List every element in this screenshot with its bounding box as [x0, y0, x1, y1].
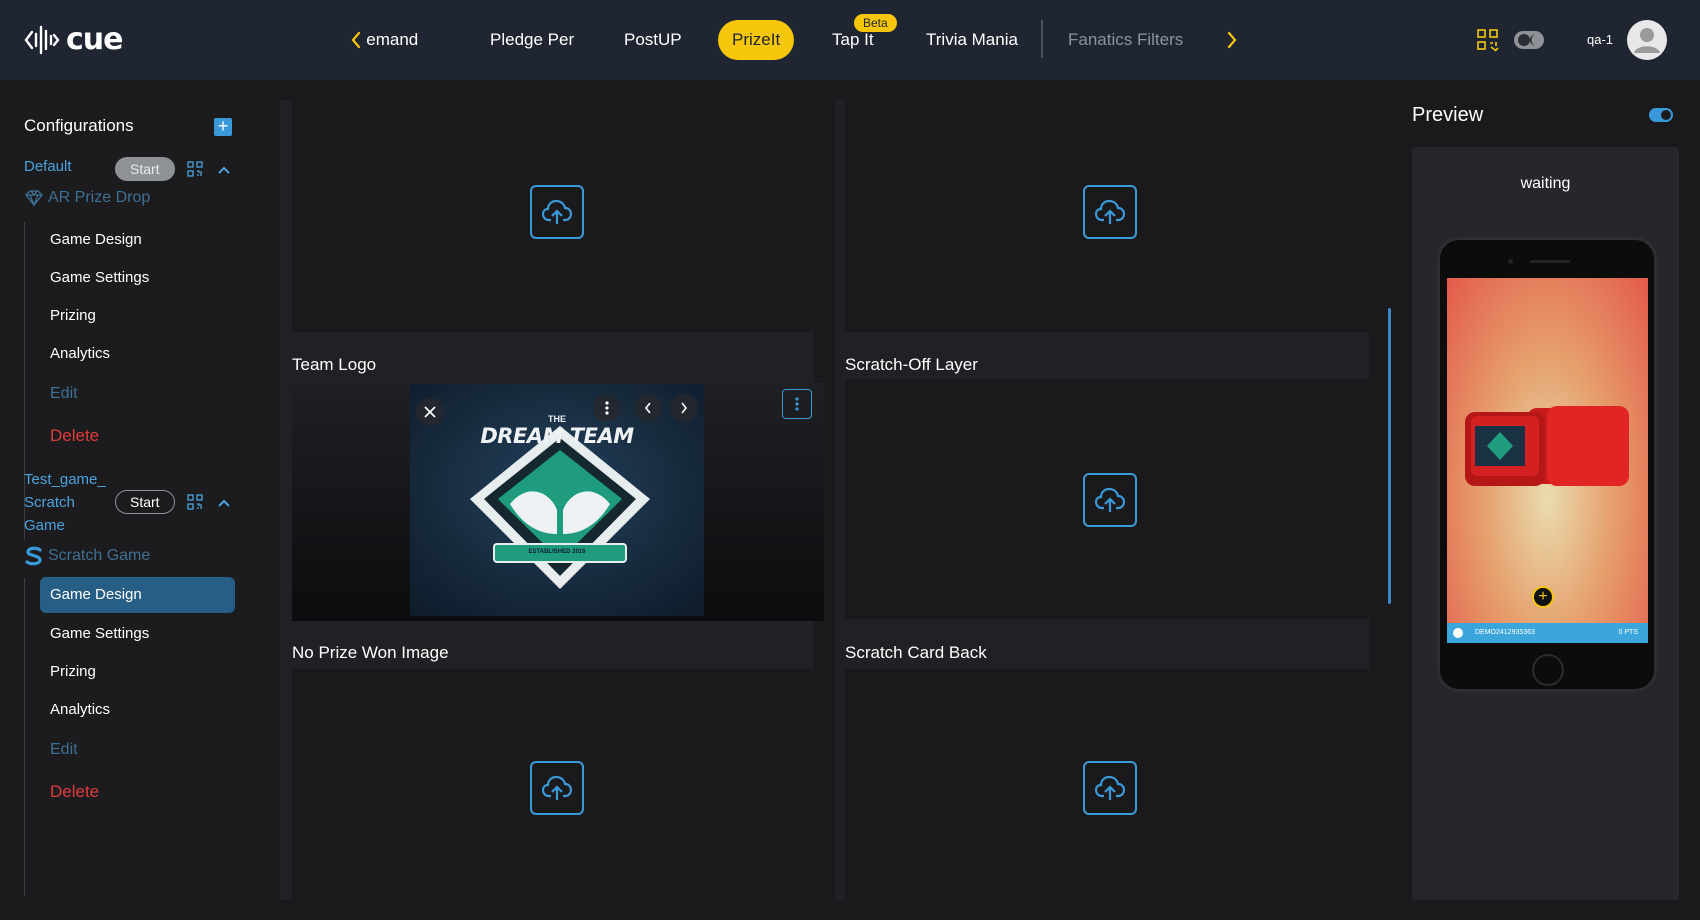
logo-top-text: THE: [548, 414, 566, 424]
app-tabs: Demand Pledge Per PostUP PrizeIt Tap It …: [366, 20, 1216, 60]
menu-game-design-active[interactable]: Game Design: [40, 577, 235, 613]
phone-camera: [1508, 259, 1513, 264]
qr-code-icon[interactable]: [1476, 28, 1500, 57]
menu-edit[interactable]: Edit: [40, 732, 235, 768]
cloud-upload-icon: [1095, 199, 1125, 224]
nav-scroll-left-button[interactable]: [346, 28, 366, 52]
configurations-title: Configurations: [24, 116, 134, 135]
tab-fanatics-filters[interactable]: Fanatics Filters: [1068, 20, 1183, 60]
kebab-menu-icon: [605, 401, 609, 415]
upload-button[interactable]: [1083, 185, 1137, 239]
config-name-default[interactable]: Default: [24, 156, 72, 178]
chevron-left-icon: [644, 402, 651, 414]
nav-divider: [1041, 20, 1043, 58]
game-type-label: AR Prize Drop: [48, 189, 151, 206]
user-icon: [1453, 628, 1463, 638]
theme-toggle-icon[interactable]: [1513, 30, 1545, 55]
team-logo-label: Team Logo: [292, 355, 377, 374]
phone-home-button: [1532, 654, 1564, 686]
collapse-chevron-up-icon[interactable]: [217, 495, 231, 513]
menu-prizing[interactable]: Prizing: [40, 654, 235, 690]
tree-line: [24, 578, 25, 896]
config-name-line-2[interactable]: Scratch: [24, 492, 75, 514]
config-qr-icon[interactable]: [187, 161, 203, 182]
preview-status: waiting: [1520, 175, 1571, 192]
upload-button[interactable]: [530, 761, 584, 815]
team-logo-card: THE DREAM TEAM ESTABLISHED 2016: [292, 383, 824, 621]
preview-toggle[interactable]: [1649, 108, 1673, 122]
game-type-ar-prize-drop: AR Prize Drop: [24, 189, 150, 207]
chevron-right-icon: [1227, 31, 1237, 49]
previous-image-button[interactable]: [634, 394, 662, 422]
add-configuration-button[interactable]: +: [214, 117, 232, 136]
start-button-scratch[interactable]: Start: [115, 490, 175, 514]
phone-speaker: [1530, 260, 1570, 263]
main-scrollbar[interactable]: [1388, 308, 1391, 604]
phone-user-id: DEMO2412935363: [1475, 629, 1535, 636]
kebab-menu-icon: [795, 397, 799, 411]
logo-text: cue: [66, 22, 123, 57]
username-label: qa-1: [1587, 32, 1614, 47]
phone-points: 0 PTS: [1618, 629, 1638, 636]
config-name-line-1[interactable]: Test_game_: [24, 469, 106, 491]
phone-mockup: + DEMO2412935363 0 PTS: [1437, 237, 1657, 692]
menu-edit[interactable]: Edit: [40, 376, 235, 412]
logo-main-text: DREAM TEAM: [480, 424, 634, 448]
upload-button[interactable]: [530, 185, 584, 239]
menu-delete[interactable]: Delete: [40, 774, 235, 810]
preview-panel: waiting + DEMO2412935363 0 PTS: [1412, 147, 1679, 900]
config-qr-icon[interactable]: [187, 494, 203, 515]
cue-logo[interactable]: cue: [24, 22, 123, 58]
cloud-upload-icon: [542, 775, 572, 800]
remove-image-button[interactable]: [416, 398, 444, 426]
tab-prizeit[interactable]: PrizeIt: [718, 20, 795, 60]
scratch-cards-graphic: [1465, 406, 1629, 486]
tab-pledge-per[interactable]: Pledge Per: [490, 20, 574, 60]
upload-button[interactable]: [1083, 761, 1137, 815]
menu-prizing[interactable]: Prizing: [40, 298, 235, 334]
tab-demand[interactable]: Demand: [366, 20, 418, 60]
cloud-upload-icon: [1095, 487, 1125, 512]
scratch-off-layer-label: Scratch-Off Layer: [845, 355, 978, 374]
game-type-scratch-game: Scratch Game: [24, 546, 150, 566]
menu-game-settings[interactable]: Game Settings: [40, 260, 235, 296]
team-logo-image[interactable]: THE DREAM TEAM ESTABLISHED 2016: [410, 384, 704, 616]
phone-screen: + DEMO2412935363 0 PTS: [1447, 278, 1648, 643]
no-prize-won-image-label: No Prize Won Image: [292, 643, 449, 662]
cue-waveform-icon: [24, 25, 60, 55]
scratch-s-icon: [25, 546, 42, 566]
close-icon: [424, 406, 436, 418]
configurations-sidebar: Configurations + Default Start AR Prize …: [0, 80, 258, 920]
tab-postup[interactable]: PostUP: [624, 20, 682, 60]
start-button-default[interactable]: Start: [115, 157, 175, 181]
user-avatar[interactable]: [1627, 20, 1667, 60]
menu-analytics[interactable]: Analytics: [40, 336, 235, 372]
upload-button[interactable]: [1083, 473, 1137, 527]
game-type-label: Scratch Game: [48, 547, 151, 564]
image-options-button[interactable]: [593, 394, 621, 422]
phone-user-bar: DEMO2412935363 0 PTS: [1447, 623, 1648, 643]
chevron-left-icon: [351, 31, 361, 49]
preview-title: Preview: [1412, 104, 1484, 126]
diamond-icon: [25, 190, 43, 207]
top-navigation-bar: cue Demand Pledge Per PostUP PrizeIt Tap…: [0, 0, 1700, 80]
cloud-upload-icon: [542, 199, 572, 224]
next-image-button[interactable]: [670, 394, 698, 422]
nav-scroll-right-button[interactable]: [1222, 28, 1242, 52]
logo-ribbon-text: ESTABLISHED 2016: [528, 549, 586, 555]
chevron-right-icon: [681, 402, 688, 414]
menu-game-settings[interactable]: Game Settings: [40, 616, 235, 652]
tab-trivia-mania[interactable]: Trivia Mania: [926, 20, 1018, 60]
menu-delete[interactable]: Delete: [40, 418, 235, 454]
scratch-card-back-label: Scratch Card Back: [845, 643, 987, 662]
add-button[interactable]: +: [1532, 586, 1554, 608]
menu-analytics[interactable]: Analytics: [40, 692, 235, 728]
user-icon: [1634, 28, 1660, 53]
collapse-chevron-up-icon[interactable]: [217, 162, 231, 180]
beta-badge: Beta: [854, 14, 897, 32]
team-logo-more-button[interactable]: [782, 389, 812, 419]
cloud-upload-icon: [1095, 775, 1125, 800]
menu-game-design[interactable]: Game Design: [40, 222, 235, 258]
config-name-line-3[interactable]: Game: [24, 515, 65, 537]
